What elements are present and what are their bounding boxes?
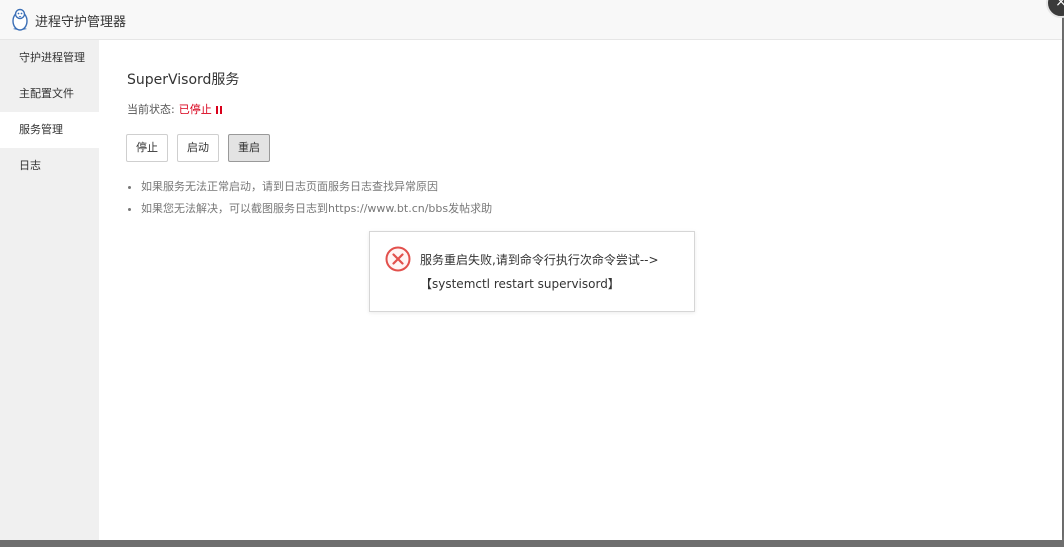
linux-penguin-icon — [12, 8, 28, 31]
sidebar: 守护进程管理 主配置文件 服务管理 日志 — [0, 40, 99, 540]
error-dialog: 服务重启失败,请到命令行执行次命令尝试--> 【systemctl restar… — [369, 231, 695, 312]
sidebar-item-service-management[interactable]: 服务管理 — [0, 112, 99, 148]
tip-item: 如果服务无法正常启动，请到日志页面服务日志查找异常原因 — [141, 176, 492, 198]
title-bar: 进程守护管理器 — [0, 0, 1062, 40]
sidebar-item-logs[interactable]: 日志 — [0, 148, 99, 184]
sidebar-item-daemon-management[interactable]: 守护进程管理 — [0, 40, 99, 76]
status-value: 已停止 — [178, 103, 212, 116]
stop-button[interactable]: 停止 — [126, 134, 168, 162]
window-title: 进程守护管理器 — [35, 15, 127, 30]
service-controls: 停止 启动 重启 — [126, 134, 279, 162]
help-tips: 如果服务无法正常启动，请到日志页面服务日志查找异常原因 如果您无法解决，可以截图… — [121, 176, 492, 220]
sidebar-item-main-config[interactable]: 主配置文件 — [0, 76, 99, 112]
error-icon — [385, 246, 411, 272]
error-message: 服务重启失败,请到命令行执行次命令尝试--> — [420, 253, 659, 267]
restart-button[interactable]: 重启 — [228, 134, 270, 162]
error-command: 【systemctl restart supervisord】 — [420, 277, 620, 291]
start-button[interactable]: 启动 — [177, 134, 219, 162]
service-status: 当前状态: 已停止 — [127, 101, 223, 117]
service-title: SuperVisord服务 — [127, 72, 240, 88]
bottom-edge — [0, 540, 1064, 547]
pause-icon — [215, 106, 223, 114]
status-label: 当前状态: — [127, 103, 175, 116]
close-icon: × — [1055, 0, 1064, 10]
supervisor-window: 进程守护管理器 × 守护进程管理 主配置文件 服务管理 日志 SuperViso… — [0, 0, 1064, 540]
tip-item: 如果您无法解决，可以截图服务日志到https://www.bt.cn/bbs发帖… — [141, 198, 492, 220]
